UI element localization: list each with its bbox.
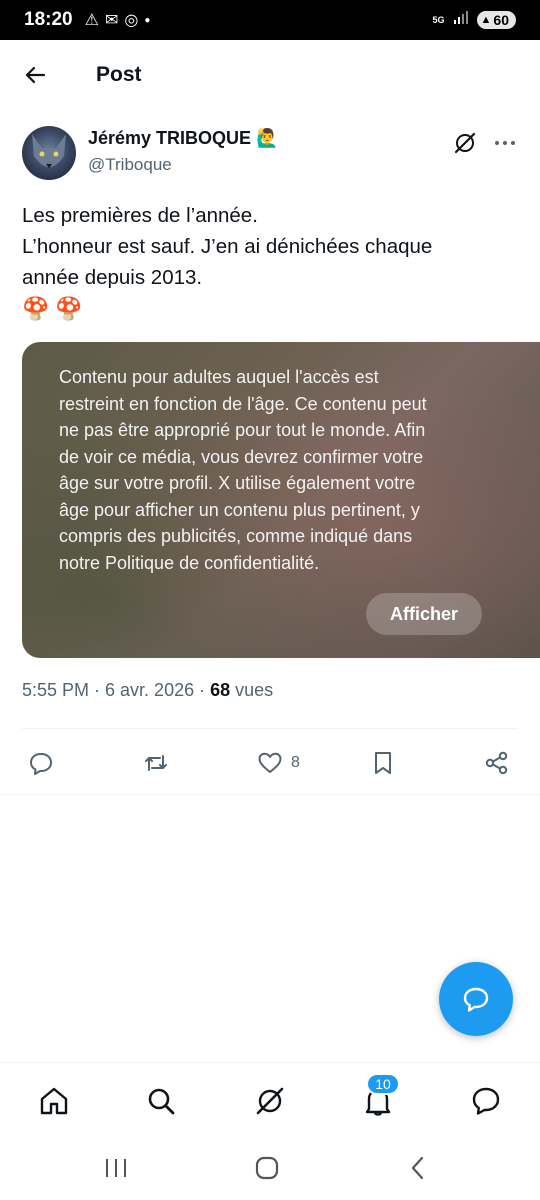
recent-apps-button[interactable] — [96, 1152, 136, 1184]
bottom-nav: 10 — [0, 1062, 540, 1136]
chat-bubble-icon — [463, 987, 489, 1012]
post-text-line: année depuis 2013. — [22, 266, 203, 289]
author-handle[interactable]: @Triboque — [88, 155, 172, 175]
divider — [22, 728, 518, 729]
message-icon — [472, 1087, 500, 1115]
notice-line: ne pas être approprié pour tout le monde… — [59, 420, 426, 440]
notice-line: restreint en fonction de l'âge. Ce conte… — [59, 393, 427, 414]
nav-home[interactable] — [32, 1079, 76, 1123]
post-text-line: L’honneur est sauf. J’en ai dénichées ch… — [22, 235, 433, 258]
notifications-badge: 10 — [366, 1073, 400, 1095]
battery-level: 60 — [493, 12, 509, 28]
post-text-line: Les premières de l’année. — [22, 204, 258, 227]
grok-icon — [454, 132, 476, 154]
nav-messages[interactable] — [464, 1079, 508, 1123]
sensitive-media-card[interactable]: Contenu pour adultes auquel l'accès est … — [22, 342, 540, 658]
age-restriction-notice: Contenu pour adultes auquel l'accès est … — [59, 364, 499, 576]
repost-button[interactable] — [142, 748, 170, 778]
back-button[interactable] — [0, 40, 70, 110]
avatar[interactable] — [22, 126, 76, 180]
search-icon — [148, 1088, 175, 1115]
bookmark-icon — [375, 752, 391, 774]
recent-apps-icon — [106, 1159, 126, 1177]
share-button[interactable] — [484, 748, 510, 778]
whatsapp-icon: ◎ — [124, 12, 139, 29]
circle-home-icon — [255, 1156, 279, 1180]
back-system-button[interactable] — [398, 1152, 438, 1184]
post-emojis: 🍄 🍄 — [22, 296, 83, 322]
more-options-button[interactable] — [490, 128, 520, 158]
notice-line: compris des publicités, comme indiqué da… — [59, 526, 413, 546]
system-nav-bar — [0, 1136, 540, 1200]
home-system-button[interactable] — [247, 1152, 287, 1184]
post-timestamp: 5:55 PM · 6 avr. 2026 · — [22, 680, 211, 700]
share-icon — [485, 751, 508, 775]
author-name-text: Jérémy TRIBOQUE — [88, 128, 252, 148]
views-label: vues — [230, 680, 274, 700]
post-meta: 5:55 PM · 6 avr. 2026 · 68 vues — [22, 680, 273, 701]
mushroom-emoji: 🍄 — [22, 296, 50, 321]
notification-icons: ⚠ ✉ ◎ ● — [85, 10, 151, 30]
reply-icon — [30, 753, 52, 775]
bookmark-button[interactable] — [371, 748, 395, 778]
status-bar: 18:20 ⚠ ✉ ◎ ● 5G ▲ 60 — [0, 0, 540, 40]
reply-button[interactable] — [28, 748, 54, 778]
reply-fab-button[interactable] — [439, 962, 513, 1036]
chevron-left-icon — [411, 1156, 424, 1180]
divider — [0, 794, 540, 795]
like-count: 8 — [291, 754, 300, 771]
post-author: Jérémy TRIBOQUE 🙋‍♂️ @Triboque — [22, 124, 522, 184]
heart-icon — [258, 752, 282, 773]
like-button[interactable]: 8 — [257, 748, 300, 778]
show-media-button[interactable]: Afficher — [366, 593, 482, 635]
nav-search[interactable] — [139, 1079, 183, 1123]
repost-icon — [145, 755, 167, 771]
views-count[interactable]: 68 — [210, 680, 230, 700]
more-icon — [495, 141, 515, 145]
author-name[interactable]: Jérémy TRIBOQUE 🙋‍♂️ — [88, 128, 279, 149]
battery-indicator: ▲ 60 — [476, 11, 516, 29]
notice-line: de voir ce média, vous devrez confirmer … — [59, 446, 424, 467]
notice-line: Contenu pour adultes auquel l'accès est — [59, 367, 379, 387]
grok-button[interactable] — [450, 128, 480, 158]
post-actions: 8 — [0, 740, 540, 786]
arrow-left-icon — [25, 66, 46, 84]
status-time: 18:20 — [24, 9, 73, 30]
home-icon — [40, 1087, 68, 1115]
warning-icon: ⚠ — [84, 12, 99, 29]
mushroom-emoji: 🍄 — [55, 296, 83, 321]
top-bar: Post — [0, 40, 540, 110]
author-badge-emoji: 🙋‍♂️ — [256, 128, 279, 148]
nav-grok[interactable] — [248, 1079, 292, 1123]
mail-icon: ✉ — [104, 12, 119, 29]
grok-icon — [256, 1087, 284, 1115]
network-indicator: 5G — [432, 14, 445, 25]
signal-icon — [453, 10, 469, 30]
dot-icon: ● — [144, 14, 151, 26]
battery-leaf-icon: ▲ — [480, 14, 492, 26]
notice-line: âge pour afficher un contenu plus pertin… — [59, 499, 420, 520]
notice-line: âge sur votre profil. X utilise égalemen… — [59, 473, 416, 493]
page-title: Post — [96, 63, 142, 86]
notice-line: notre Politique de confidentialité. — [59, 552, 320, 573]
status-right: 5G ▲ 60 — [432, 10, 516, 30]
post-text: Les premières de l’année. L’honneur est … — [22, 200, 522, 293]
